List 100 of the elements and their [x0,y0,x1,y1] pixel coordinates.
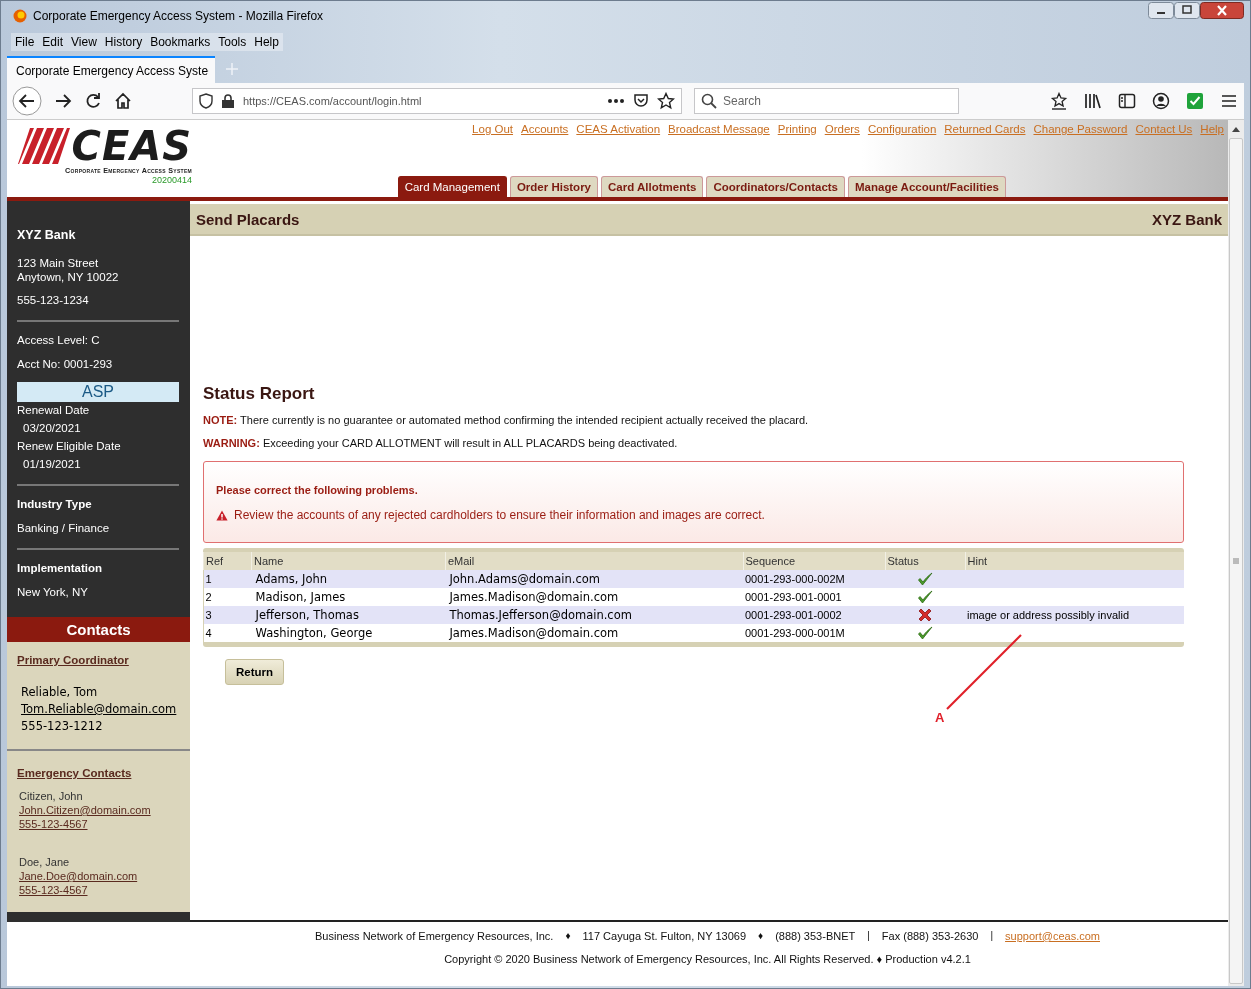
note-text: NOTE: There currently is no guarantee or automated method confirming the intended recipient actually received the placard. [203,414,810,426]
table-cell: Adams, John [251,570,446,588]
contacts-header: Contacts [7,617,190,642]
nav-link[interactable]: Orders [824,123,860,135]
browser-tab[interactable]: Corporate Emergency Access Syste [7,56,215,83]
back-icon[interactable] [12,86,42,116]
logo-text: CEAS [71,128,192,164]
address-bar[interactable]: https://CEAS.com/account/login.html [192,88,682,114]
shield-icon [199,93,213,109]
sidebar-icon[interactable] [1118,92,1136,110]
forward-icon[interactable] [54,92,72,110]
menu-item[interactable]: Bookmarks [146,33,215,51]
phone-link[interactable]: 555-123-4567 [19,883,88,897]
scroll-up-icon[interactable] [1231,125,1241,133]
menu-item[interactable]: View [67,33,101,51]
maximize-icon[interactable] [1174,2,1200,19]
table-cell: 0001-293-001-0001 [743,588,885,606]
grip-icon [1232,557,1240,565]
date-value: 01/19/2021 [22,458,82,470]
table-cell: Thomas.Jefferson@domain.com [445,606,743,624]
page-title: Send Placards [196,210,300,228]
home-icon[interactable] [114,92,132,110]
table-cell: James.Madison@domain.com [445,588,743,606]
table-cell: 1 [203,570,252,588]
industry-value: Banking / Finance [17,522,111,534]
copyright-text: Copyright © 2020 Business Network of Emergency Resources, Inc. All Rights Reserved. ♦ Production v4.2.1 [443,953,971,965]
table-cell: Madison, James [251,588,446,606]
nav-tab[interactable]: Coordinators/Contacts [706,176,845,197]
menu-item[interactable]: Help [250,33,283,51]
nav-tab[interactable]: Order History [509,176,598,197]
address-line: 123 Main Street [17,256,100,270]
minimize-icon[interactable] [1148,2,1174,19]
table-cell: 0001-293-000-001M [743,624,885,642]
account-title: XYZ Bank [1151,210,1222,228]
access-level: Access Level: C [17,334,101,346]
reload-icon[interactable] [84,92,102,110]
error-message: Review the accounts of any rejected cardholders to ensure their information and images are correct. [234,508,765,522]
email-link[interactable]: John.Citizen@domain.com [19,803,151,817]
return-button[interactable]: Return [225,659,285,685]
annotation-label: A [935,710,945,725]
nav-link[interactable]: Broadcast Message [668,123,770,135]
field-label: Renew Eligible Date [17,440,122,452]
pocket-icon[interactable] [633,93,649,109]
nav-link[interactable]: Accounts [521,123,569,135]
table-cell: John.Adams@domain.com [445,570,743,588]
section-heading: Implementation [17,562,103,574]
more-icon[interactable] [607,98,625,104]
section-link[interactable]: Emergency Contacts [17,767,132,779]
field-label: Renewal Date [17,404,91,416]
striped-logo-icon [17,128,70,164]
browser-logo-icon [13,9,27,23]
nav-link[interactable]: Printing [777,123,817,135]
search-icon [701,93,717,109]
phone-link[interactable]: 555-123-4567 [19,817,88,831]
menu-item[interactable]: File [11,33,39,51]
table-cell: 4 [203,624,252,642]
footer-text: (888) 353-BNET [775,930,856,942]
contact-name: Reliable, Tom [21,684,99,701]
separator-glyph: | [990,930,994,942]
star-icon[interactable] [657,92,675,110]
section-title: Status Report [203,384,316,404]
table-cell: 0001-293-000-002M [743,570,885,588]
column-header: Hint [965,552,1184,570]
menu-item[interactable]: Tools [214,33,251,51]
table-cell: James.Madison@domain.com [445,624,743,642]
nav-tab[interactable]: Manage Account/Facilities [848,176,1006,197]
error-title: Please correct the following problems. [216,484,419,496]
close-icon[interactable] [1200,2,1244,19]
star-list-icon[interactable] [1050,92,1068,110]
phone-number: 555-123-1234 [17,294,90,306]
column-header: Sequence [743,552,885,570]
column-header: Name [251,552,446,570]
plan-badge: ASP [17,382,179,402]
footer-text: Fax (888) 353-2630 [881,930,979,942]
nav-link[interactable]: Configuration [867,123,937,135]
menu-item[interactable]: Edit [38,33,68,51]
support-link[interactable]: support@ceas.com [1005,930,1100,942]
email-link[interactable]: Tom.Reliable@domain.com [21,701,180,718]
menu-item[interactable]: History [100,33,147,51]
lock-icon [221,93,235,109]
footer-text: Business Network of Emergency Resources, Inc. [315,930,554,942]
table-cell: 0001-293-001-0002 [743,606,885,624]
nav-link[interactable]: CEAS Activation [576,123,661,135]
account-icon[interactable] [1152,92,1170,110]
account-number: Acct No: 0001-293 [17,358,114,370]
version-number: 20200414 [151,175,192,185]
menu-icon[interactable] [1220,92,1238,110]
email-link[interactable]: Jane.Doe@domain.com [19,869,138,883]
table-cell: 3 [203,606,252,624]
search-field[interactable]: Search [694,88,959,114]
library-icon[interactable] [1084,92,1102,110]
checkmark-icon[interactable] [1186,92,1204,110]
table-cell: Jefferson, Thomas [251,606,446,624]
nav-link[interactable]: Log Out [472,123,514,135]
window-title: Corporate Emergency Access System - Mozilla Firefox [33,9,324,23]
column-header: Ref [203,552,252,570]
nav-tab[interactable]: Card Management [397,176,507,197]
section-link[interactable]: Primary Coordinator [17,654,129,666]
nav-tab[interactable]: Card Allotments [601,176,704,197]
warning-text: WARNING: Exceeding your CARD ALLOTMENT will result in ALL PLACARDS being deactivated. [203,437,679,449]
